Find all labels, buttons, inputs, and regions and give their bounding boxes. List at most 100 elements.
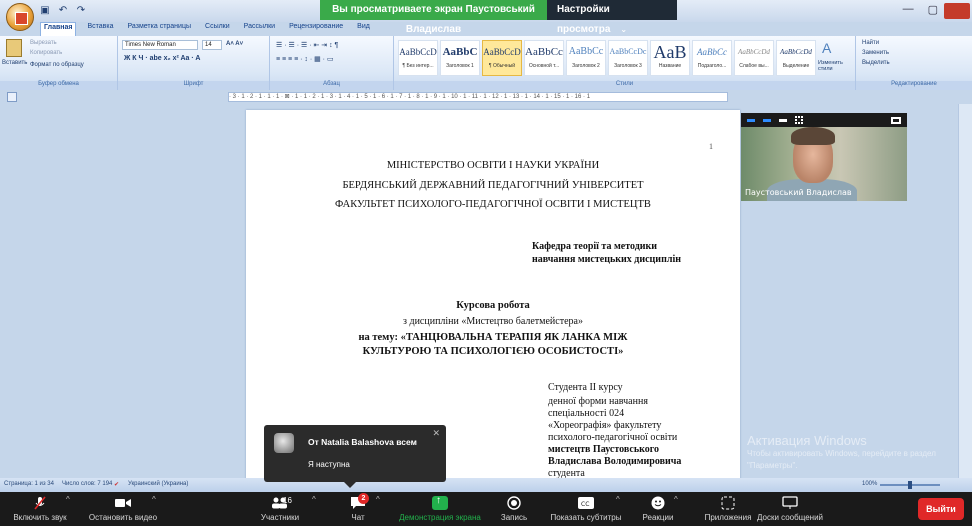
office-button[interactable] bbox=[6, 3, 34, 31]
window-controls: — ▢ bbox=[903, 3, 938, 16]
style-heading-2[interactable]: AaBbCc Заголовок 2 bbox=[566, 40, 606, 76]
zoom-slider[interactable] bbox=[880, 481, 940, 489]
tab-references[interactable]: Ссылки bbox=[202, 22, 233, 36]
video-options-caret[interactable]: ^ bbox=[152, 495, 156, 504]
tab-view[interactable]: Вид bbox=[354, 22, 373, 36]
horizontal-ruler[interactable]: · 3 · 1 · 2 · 1 · 1 · 1 · ⊠ · 1 · 1 · 2 … bbox=[228, 92, 728, 102]
change-styles-icon[interactable]: A bbox=[822, 40, 831, 56]
share-screen-button[interactable]: Демонстрация экрана bbox=[392, 492, 488, 526]
style-normal[interactable]: AaBbCcD ¶ Обычный bbox=[482, 40, 522, 76]
student-line-4: «Хореографія» факультету bbox=[548, 420, 662, 431]
audio-options-caret[interactable]: ^ bbox=[66, 495, 70, 504]
participants-caret[interactable]: ^ bbox=[312, 495, 316, 504]
undo-icon[interactable]: ↶ bbox=[56, 4, 70, 17]
leave-meeting-button[interactable]: Выйти bbox=[918, 498, 964, 520]
screen: ▣ ↶ ↷ — ▢ Главная Вставка Разметка стран… bbox=[0, 0, 972, 526]
font-name-select[interactable]: Times New Roman bbox=[122, 40, 198, 50]
style-title[interactable]: AaB Название bbox=[650, 40, 690, 76]
select-button[interactable]: Выделить bbox=[862, 60, 890, 66]
whiteboards-button[interactable]: Доски сообщений bbox=[754, 492, 826, 526]
department-line-1: Кафедра теорії та методики bbox=[532, 241, 658, 252]
tab-page-layout[interactable]: Разметка страницы bbox=[125, 22, 195, 36]
apps-label: Приложения bbox=[704, 513, 752, 522]
participants-count: 16 bbox=[283, 496, 292, 505]
minimize-video-icon[interactable] bbox=[747, 118, 755, 122]
align-icons[interactable]: ≡ ≡ ≡ ≡ · ↕ · ▦ · ▭ bbox=[276, 55, 334, 63]
style-body-text[interactable]: AaBbCc Основной т... bbox=[524, 40, 564, 76]
word-window: ▣ ↶ ↷ — ▢ Главная Вставка Разметка стран… bbox=[0, 0, 972, 492]
reactions-caret[interactable]: ^ bbox=[674, 495, 678, 504]
svg-text:CC: CC bbox=[581, 501, 589, 508]
style-emphasis[interactable]: AaBbCcDd Выделение bbox=[776, 40, 816, 76]
topic-line-1: на тему: «ТАНЦЮВАЛЬНА ТЕРАПІЯ ЯК ЛАНКА М… bbox=[358, 332, 628, 343]
word-statusbar: Страница: 1 из 34 Число слов: 7 194 ✔ Ук… bbox=[0, 478, 972, 492]
quick-access-toolbar: ▣ ↶ ↷ bbox=[38, 4, 88, 18]
redo-icon[interactable]: ↷ bbox=[74, 4, 88, 17]
view-options-button[interactable]: Настройки просмотра ⌄ bbox=[547, 0, 677, 35]
list-icons[interactable]: ☰ · ☰ · ☰ · ⇤ ⇥ ↕ ¶ bbox=[276, 41, 338, 49]
paste-icon[interactable] bbox=[6, 39, 22, 57]
spellcheck-icon[interactable]: ✔ bbox=[114, 481, 119, 488]
gallery-view-icon[interactable] bbox=[795, 116, 803, 124]
student-line-1: Студента ІІ курсу bbox=[548, 382, 623, 393]
tab-review[interactable]: Рецензирование bbox=[286, 22, 346, 36]
copy-button[interactable]: Копировать bbox=[30, 50, 62, 56]
tab-mailings[interactable]: Рассылки bbox=[241, 22, 278, 36]
save-icon[interactable]: ▣ bbox=[38, 4, 52, 17]
ruler-toggle-icon[interactable] bbox=[7, 92, 17, 102]
style-subtle-emphasis[interactable]: AaBbCcDd Слабое вы... bbox=[734, 40, 774, 76]
minimize-icon[interactable]: — bbox=[903, 3, 914, 16]
chat-button[interactable]: 2 Чат bbox=[340, 492, 376, 526]
style-heading-3[interactable]: AaBbCcDc Заголовок 3 bbox=[608, 40, 648, 76]
work-type: Курсова робота bbox=[456, 300, 530, 311]
expand-video-icon[interactable] bbox=[891, 116, 901, 124]
reactions-label: Реакции bbox=[642, 513, 674, 522]
font-format-icons[interactable]: Ж К Ч · abe x₂ x² Aa · A bbox=[124, 55, 200, 62]
change-styles-button[interactable]: Изменить стили bbox=[818, 60, 854, 72]
participant-video[interactable]: Паустовський Владислав bbox=[741, 113, 907, 201]
font-size-select[interactable]: 14 bbox=[202, 40, 222, 50]
apps-button[interactable]: Приложения bbox=[700, 492, 756, 526]
font-group: Times New Roman 14 A˄ A˅ Ж К Ч · abe x₂ … bbox=[118, 36, 270, 90]
record-icon bbox=[507, 496, 521, 510]
language-indicator[interactable]: Украинский (Украина) bbox=[128, 481, 188, 487]
share-arrow-icon bbox=[432, 495, 448, 510]
style-subtitle[interactable]: AaBbCc Подзаголо... bbox=[692, 40, 732, 76]
chat-notification[interactable]: От Natalia Balashova всем Я наступна ✕ bbox=[264, 425, 446, 488]
avatar bbox=[274, 433, 294, 453]
maximize-icon[interactable]: ▢ bbox=[928, 3, 938, 16]
format-painter-button[interactable]: Формат по образцу bbox=[30, 62, 84, 68]
cut-button[interactable]: Вырезать bbox=[30, 40, 57, 46]
captions-caret[interactable]: ^ bbox=[616, 495, 620, 504]
participants-button[interactable]: 16 Участники bbox=[250, 492, 310, 526]
editing-group-label: Редактирование bbox=[856, 81, 972, 90]
speaker-view-icon[interactable] bbox=[779, 118, 787, 122]
tab-home[interactable]: Главная bbox=[40, 22, 77, 36]
word-count[interactable]: Число слов: 7 194 bbox=[62, 481, 112, 487]
zoom-level[interactable]: 100% bbox=[862, 481, 877, 487]
page-count[interactable]: Страница: 1 из 34 bbox=[4, 481, 54, 487]
close-button[interactable] bbox=[944, 3, 970, 19]
record-button[interactable]: Запись bbox=[494, 492, 534, 526]
hide-video-icon[interactable] bbox=[763, 118, 771, 122]
grow-font-icon[interactable]: A˄ A˅ bbox=[226, 41, 243, 47]
style-no-spacing[interactable]: AaBbCcD ¶ Без интер... bbox=[398, 40, 438, 76]
student-line-8: студента bbox=[548, 468, 585, 478]
record-label: Запись bbox=[500, 513, 528, 522]
find-button[interactable]: Найти bbox=[862, 40, 879, 46]
tab-insert[interactable]: Вставка bbox=[84, 22, 116, 36]
student-line-5: психолого-педагогічної освіти bbox=[548, 432, 678, 443]
sharing-status: Вы просматриваете экран Паустовський Вла… bbox=[320, 0, 547, 35]
ribbon-tabs: Главная Вставка Разметка страницы Ссылки… bbox=[40, 22, 373, 36]
styles-group-label: Стили bbox=[394, 81, 855, 90]
paragraph-group: ☰ · ☰ · ☰ · ⇤ ⇥ ↕ ¶ ≡ ≡ ≡ ≡ · ↕ · ▦ · ▭ … bbox=[270, 36, 394, 90]
paste-button[interactable]: Вставить bbox=[2, 60, 27, 66]
close-icon[interactable]: ✕ bbox=[432, 428, 440, 439]
replace-button[interactable]: Заменить bbox=[862, 50, 889, 56]
vertical-scrollbar[interactable] bbox=[958, 104, 972, 478]
style-heading-1[interactable]: AaBbC Заголовок 1 bbox=[440, 40, 480, 76]
chat-caret[interactable]: ^ bbox=[376, 495, 380, 504]
stop-video-label: Остановить видео bbox=[88, 513, 158, 522]
document-page[interactable]: 1 МІНІСТЕРСТВО ОСВІТИ І НАУКИ УКРАЇНИ БЕ… bbox=[246, 110, 740, 478]
chat-badge: 2 bbox=[358, 493, 369, 504]
